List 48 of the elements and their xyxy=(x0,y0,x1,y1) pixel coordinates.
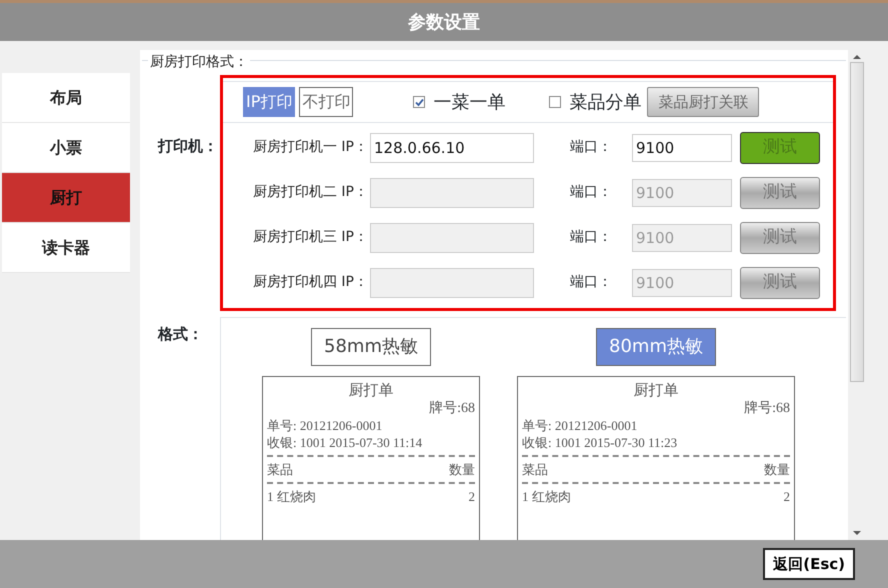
port-label: 端口： xyxy=(570,273,613,292)
receipt-item: 1 红烧肉 xyxy=(267,488,316,505)
receipt-qty: 2 xyxy=(468,488,475,505)
order-number: 单号: 20121206-0001 xyxy=(267,417,384,434)
test-button[interactable]: 测试 xyxy=(740,222,820,254)
table-number: 牌号:68 xyxy=(428,400,475,417)
sidebar-item[interactable]: 厨打 xyxy=(2,173,130,223)
printer-ip-label: 厨房打印机一 IP： xyxy=(252,138,368,157)
scroll-down-icon[interactable] xyxy=(853,530,861,536)
mapping-button[interactable]: 菜品厨打关联 xyxy=(647,86,760,118)
test-button[interactable]: 测试 xyxy=(740,266,820,298)
port-field[interactable]: 9100 xyxy=(632,134,732,162)
checkbox-label: 一菜一单 xyxy=(433,90,506,114)
column-header: 菜品 xyxy=(522,461,548,478)
paper-size-option[interactable]: 58mm热敏 xyxy=(311,328,431,366)
port-label: 端口： xyxy=(570,138,613,157)
cashier-line: 收银: 1001 2015-07-30 11:14 xyxy=(267,434,424,451)
printer-ip-label: 厨房打印机二 IP： xyxy=(252,183,368,202)
receipt-title: 厨打单 xyxy=(632,383,680,400)
back-button[interactable]: 返回(Esc) xyxy=(763,548,855,580)
checkbox-label: 菜品分单 xyxy=(569,90,642,114)
window-title: 参数设置 xyxy=(408,10,480,34)
column-header: 菜品 xyxy=(267,461,293,478)
printer-label: 打印机： xyxy=(158,137,218,155)
order-number: 单号: 20121206-0001 xyxy=(522,417,638,434)
format-label: 格式： xyxy=(158,325,203,343)
sidebar-item[interactable]: 布局 xyxy=(2,73,130,123)
table-number: 牌号:68 xyxy=(743,400,790,417)
checkbox[interactable] xyxy=(549,96,562,108)
sidebar-item[interactable]: 读卡器 xyxy=(2,223,130,273)
checkbox[interactable] xyxy=(413,96,426,108)
receipt-title: 厨打单 xyxy=(348,383,394,400)
ip-field[interactable]: 128.0.66.10 xyxy=(370,132,534,162)
print-mode-tab[interactable]: IP打印 xyxy=(243,87,296,117)
column-header: 数量 xyxy=(764,461,790,478)
port-label: 端口： xyxy=(570,183,613,202)
paper-size-option[interactable]: 80mm热敏 xyxy=(596,328,716,366)
test-button[interactable]: 测试 xyxy=(740,176,820,208)
column-header: 数量 xyxy=(449,461,475,478)
sidebar-item[interactable]: 小票 xyxy=(2,123,130,173)
print-mode-tab[interactable]: 不打印 xyxy=(299,87,354,117)
printer-ip-label: 厨房打印机四 IP： xyxy=(252,273,368,292)
printer-ip-label: 厨房打印机三 IP： xyxy=(252,228,368,247)
receipt-qty: 2 xyxy=(784,488,790,505)
scroll-up-icon[interactable] xyxy=(853,54,861,60)
receipt-item: 1 红烧肉 xyxy=(522,488,571,505)
cashier-line: 收银: 1001 2015-07-30 11:23 xyxy=(522,434,678,451)
port-label: 端口： xyxy=(570,228,613,247)
